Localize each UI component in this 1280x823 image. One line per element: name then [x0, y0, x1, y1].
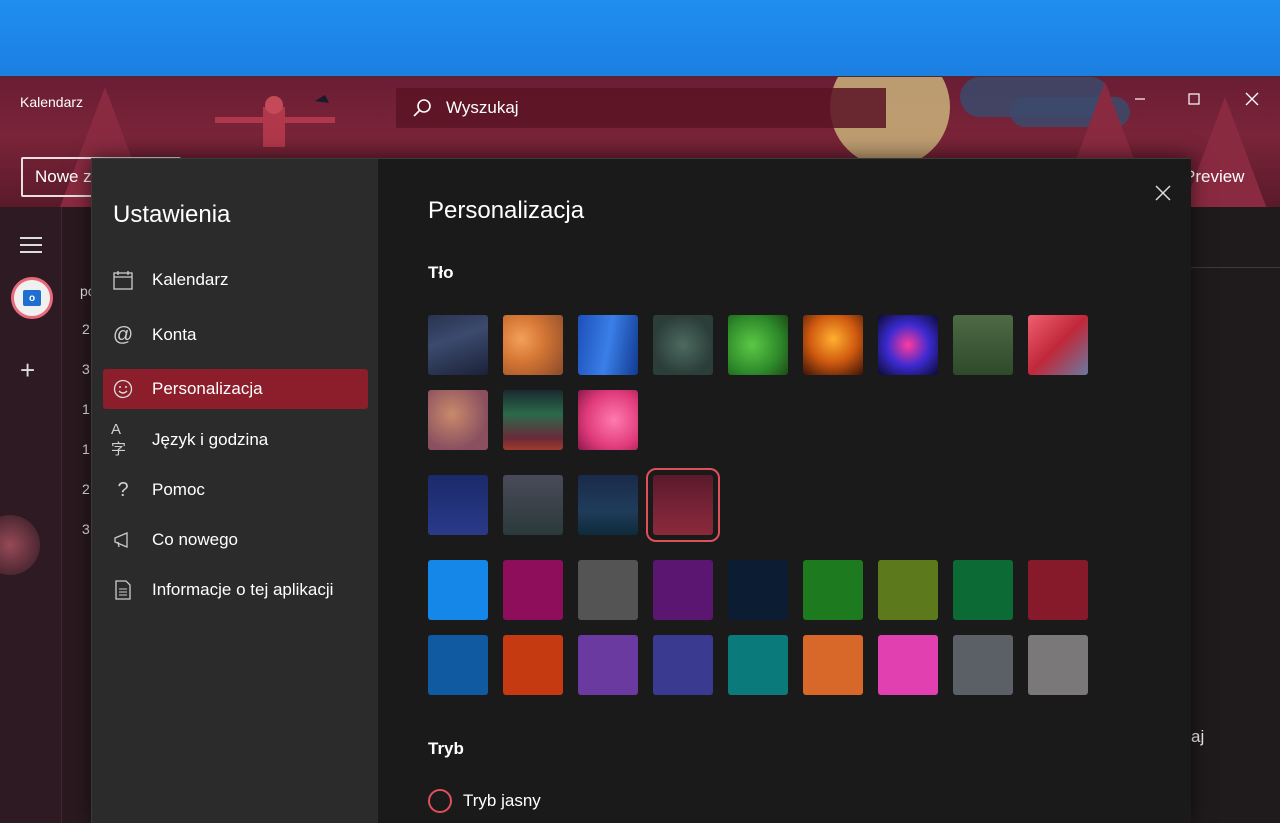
color-swatch[interactable] [1028, 635, 1088, 695]
background-blue-abstract[interactable] [578, 315, 638, 375]
partial-text: aj [1191, 727, 1205, 746]
nav-label: Personalizacja [152, 379, 263, 398]
color-swatch[interactable] [953, 635, 1013, 695]
search-placeholder: Wyszukaj [446, 98, 519, 117]
calendar-view-partial: aj [1190, 207, 1280, 823]
color-swatch[interactable] [578, 560, 638, 620]
hamburger-menu-icon[interactable] [20, 237, 42, 258]
background-bear[interactable] [503, 475, 563, 535]
panel-title: Personalizacja [428, 197, 585, 224]
outlook-account-avatar[interactable]: o [11, 277, 53, 319]
document-icon [111, 578, 135, 602]
color-swatch[interactable] [728, 635, 788, 695]
light-mode-radio[interactable] [428, 789, 452, 813]
background-bokeh[interactable] [428, 390, 488, 450]
search-box[interactable]: Wyszukaj [396, 88, 886, 128]
background-snowman[interactable] [428, 475, 488, 535]
nav-label: Język i godzina [152, 430, 269, 449]
background-clover[interactable] [728, 315, 788, 375]
color-swatch[interactable] [578, 635, 638, 695]
background-scarecrow[interactable] [646, 468, 720, 542]
minimize-button[interactable] [1120, 87, 1160, 111]
background-leaves[interactable] [503, 315, 563, 375]
nav-label: Informacje o tej aplikacji [152, 580, 334, 599]
maximize-button[interactable] [1174, 87, 1214, 111]
close-icon [1245, 92, 1259, 106]
color-swatch[interactable] [878, 560, 938, 620]
color-swatch[interactable] [728, 560, 788, 620]
megaphone-icon [111, 528, 135, 552]
maximize-icon [1188, 93, 1200, 105]
day-number[interactable]: 3 [82, 361, 90, 377]
minimize-icon [1135, 98, 1145, 100]
background-dandelion[interactable] [803, 315, 863, 375]
nav-label: Pomoc [152, 480, 205, 499]
color-swatch[interactable] [503, 635, 563, 695]
mode-section-label: Tryb [428, 739, 464, 758]
background-mountains[interactable] [428, 315, 488, 375]
color-swatch[interactable] [428, 635, 488, 695]
nav-item-konta[interactable]: @ Konta [103, 315, 368, 355]
app-title: Kalendarz [20, 94, 84, 110]
settings-nav: Ustawienia Kalendarz @ Konta Personaliza… [92, 159, 378, 823]
nav-label: Co nowego [152, 530, 239, 549]
background-ivy[interactable] [653, 315, 713, 375]
personalization-panel: Personalizacja Tło Tryb Tryb jasny [378, 159, 1191, 823]
nav-item-co-nowego[interactable]: Co nowego [103, 520, 368, 560]
day-number[interactable]: 2 [82, 321, 90, 337]
nav-item-kalendarz[interactable]: Kalendarz [103, 260, 368, 300]
nav-label: Konta [152, 325, 197, 344]
close-icon [1155, 185, 1171, 201]
settings-dialog: Ustawienia Kalendarz @ Konta Personaliza… [91, 158, 1191, 823]
color-swatch[interactable] [653, 560, 713, 620]
close-settings-button[interactable] [1155, 177, 1171, 208]
left-rail: o + [0, 207, 62, 823]
color-swatch[interactable] [428, 560, 488, 620]
background-night-sea[interactable] [578, 475, 638, 535]
tree-decoration [1180, 97, 1270, 207]
calendar-icon [111, 268, 135, 292]
smiley-icon [111, 377, 135, 401]
color-swatch[interactable] [878, 635, 938, 695]
preview-label: Preview [1184, 167, 1245, 186]
divider [1191, 267, 1280, 268]
search-icon [413, 99, 431, 117]
add-calendar-icon[interactable]: + [20, 355, 35, 386]
color-swatch[interactable] [1028, 560, 1088, 620]
day-number[interactable]: 1 [82, 401, 90, 417]
background-red-wave[interactable] [1028, 315, 1088, 375]
day-number[interactable]: 3 [82, 521, 90, 537]
desktop-background [0, 0, 1280, 78]
outlook-icon: o [23, 290, 41, 306]
background-flower[interactable] [578, 390, 638, 450]
nav-item-personalizacja[interactable]: Personalizacja [103, 369, 368, 409]
color-swatch[interactable] [953, 560, 1013, 620]
at-icon: @ [112, 323, 134, 346]
glow-decoration [0, 515, 40, 575]
nav-item-jezyk[interactable]: A字 Język i godzina [103, 420, 368, 460]
background-section-label: Tło [428, 263, 454, 282]
nav-item-informacje[interactable]: Informacje o tej aplikacji [103, 570, 368, 610]
close-window-button[interactable] [1232, 87, 1272, 111]
day-number[interactable]: 1 [82, 441, 90, 457]
color-swatch[interactable] [803, 635, 863, 695]
background-forest[interactable] [953, 315, 1013, 375]
language-icon: A字 [111, 421, 127, 458]
color-swatch[interactable] [653, 635, 713, 695]
light-mode-label: Tryb jasny [463, 791, 541, 810]
nav-item-pomoc[interactable]: ? Pomoc [103, 470, 368, 510]
background-aurora[interactable] [503, 390, 563, 450]
scarecrow-decoration [215, 95, 335, 147]
question-icon: ? [117, 478, 129, 501]
nav-label: Kalendarz [152, 270, 229, 289]
color-swatch[interactable] [803, 560, 863, 620]
background-neon[interactable] [878, 315, 938, 375]
day-number[interactable]: 2 [82, 481, 90, 497]
settings-title: Ustawienia [113, 201, 231, 228]
color-swatch[interactable] [503, 560, 563, 620]
